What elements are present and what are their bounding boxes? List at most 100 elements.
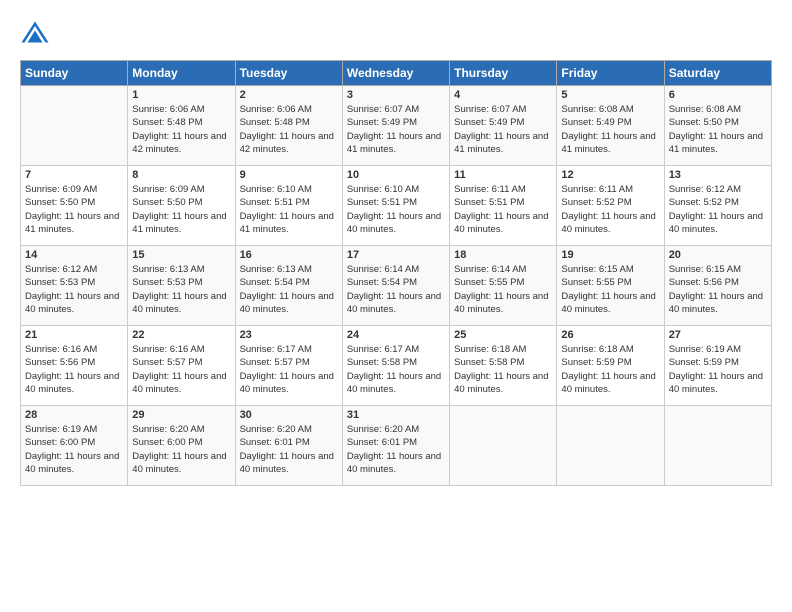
header bbox=[20, 20, 772, 50]
day-number: 15 bbox=[132, 249, 230, 261]
day-info: Sunrise: 6:06 AMSunset: 5:48 PMDaylight:… bbox=[132, 103, 230, 156]
day-cell: 10 Sunrise: 6:10 AMSunset: 5:51 PMDaylig… bbox=[342, 166, 449, 246]
week-row: 28 Sunrise: 6:19 AMSunset: 6:00 PMDaylig… bbox=[21, 406, 772, 486]
weekday-header: Monday bbox=[128, 61, 235, 86]
day-info: Sunrise: 6:20 AMSunset: 6:01 PMDaylight:… bbox=[240, 423, 338, 476]
day-cell: 17 Sunrise: 6:14 AMSunset: 5:54 PMDaylig… bbox=[342, 246, 449, 326]
day-cell: 1 Sunrise: 6:06 AMSunset: 5:48 PMDayligh… bbox=[128, 86, 235, 166]
day-number: 4 bbox=[454, 89, 552, 101]
day-number: 26 bbox=[561, 329, 659, 341]
day-info: Sunrise: 6:11 AMSunset: 5:51 PMDaylight:… bbox=[454, 183, 552, 236]
day-number: 3 bbox=[347, 89, 445, 101]
week-row: 7 Sunrise: 6:09 AMSunset: 5:50 PMDayligh… bbox=[21, 166, 772, 246]
day-info: Sunrise: 6:12 AMSunset: 5:52 PMDaylight:… bbox=[669, 183, 767, 236]
day-number: 28 bbox=[25, 409, 123, 421]
day-info: Sunrise: 6:13 AMSunset: 5:53 PMDaylight:… bbox=[132, 263, 230, 316]
day-number: 30 bbox=[240, 409, 338, 421]
day-info: Sunrise: 6:14 AMSunset: 5:55 PMDaylight:… bbox=[454, 263, 552, 316]
day-cell: 14 Sunrise: 6:12 AMSunset: 5:53 PMDaylig… bbox=[21, 246, 128, 326]
day-cell: 2 Sunrise: 6:06 AMSunset: 5:48 PMDayligh… bbox=[235, 86, 342, 166]
calendar-table: SundayMondayTuesdayWednesdayThursdayFrid… bbox=[20, 60, 772, 486]
day-info: Sunrise: 6:19 AMSunset: 5:59 PMDaylight:… bbox=[669, 343, 767, 396]
day-cell: 27 Sunrise: 6:19 AMSunset: 5:59 PMDaylig… bbox=[664, 326, 771, 406]
day-info: Sunrise: 6:16 AMSunset: 5:57 PMDaylight:… bbox=[132, 343, 230, 396]
day-number: 9 bbox=[240, 169, 338, 181]
day-info: Sunrise: 6:15 AMSunset: 5:55 PMDaylight:… bbox=[561, 263, 659, 316]
day-number: 23 bbox=[240, 329, 338, 341]
day-cell: 20 Sunrise: 6:15 AMSunset: 5:56 PMDaylig… bbox=[664, 246, 771, 326]
day-info: Sunrise: 6:10 AMSunset: 5:51 PMDaylight:… bbox=[347, 183, 445, 236]
day-info: Sunrise: 6:17 AMSunset: 5:58 PMDaylight:… bbox=[347, 343, 445, 396]
day-cell: 16 Sunrise: 6:13 AMSunset: 5:54 PMDaylig… bbox=[235, 246, 342, 326]
day-cell bbox=[664, 406, 771, 486]
day-cell: 8 Sunrise: 6:09 AMSunset: 5:50 PMDayligh… bbox=[128, 166, 235, 246]
day-number: 12 bbox=[561, 169, 659, 181]
day-info: Sunrise: 6:15 AMSunset: 5:56 PMDaylight:… bbox=[669, 263, 767, 316]
day-number: 14 bbox=[25, 249, 123, 261]
day-info: Sunrise: 6:10 AMSunset: 5:51 PMDaylight:… bbox=[240, 183, 338, 236]
day-number: 31 bbox=[347, 409, 445, 421]
day-cell: 31 Sunrise: 6:20 AMSunset: 6:01 PMDaylig… bbox=[342, 406, 449, 486]
day-info: Sunrise: 6:11 AMSunset: 5:52 PMDaylight:… bbox=[561, 183, 659, 236]
day-number: 1 bbox=[132, 89, 230, 101]
day-number: 6 bbox=[669, 89, 767, 101]
day-info: Sunrise: 6:18 AMSunset: 5:58 PMDaylight:… bbox=[454, 343, 552, 396]
day-number: 22 bbox=[132, 329, 230, 341]
day-number: 10 bbox=[347, 169, 445, 181]
day-number: 20 bbox=[669, 249, 767, 261]
day-info: Sunrise: 6:17 AMSunset: 5:57 PMDaylight:… bbox=[240, 343, 338, 396]
day-cell: 13 Sunrise: 6:12 AMSunset: 5:52 PMDaylig… bbox=[664, 166, 771, 246]
day-cell: 25 Sunrise: 6:18 AMSunset: 5:58 PMDaylig… bbox=[450, 326, 557, 406]
day-number: 11 bbox=[454, 169, 552, 181]
day-number: 17 bbox=[347, 249, 445, 261]
weekday-header: Wednesday bbox=[342, 61, 449, 86]
day-number: 21 bbox=[25, 329, 123, 341]
day-cell: 30 Sunrise: 6:20 AMSunset: 6:01 PMDaylig… bbox=[235, 406, 342, 486]
day-cell: 28 Sunrise: 6:19 AMSunset: 6:00 PMDaylig… bbox=[21, 406, 128, 486]
day-number: 7 bbox=[25, 169, 123, 181]
weekday-header: Thursday bbox=[450, 61, 557, 86]
day-cell: 18 Sunrise: 6:14 AMSunset: 5:55 PMDaylig… bbox=[450, 246, 557, 326]
week-row: 1 Sunrise: 6:06 AMSunset: 5:48 PMDayligh… bbox=[21, 86, 772, 166]
day-info: Sunrise: 6:13 AMSunset: 5:54 PMDaylight:… bbox=[240, 263, 338, 316]
logo-icon bbox=[20, 20, 50, 50]
day-number: 19 bbox=[561, 249, 659, 261]
day-info: Sunrise: 6:07 AMSunset: 5:49 PMDaylight:… bbox=[454, 103, 552, 156]
day-cell bbox=[557, 406, 664, 486]
day-info: Sunrise: 6:06 AMSunset: 5:48 PMDaylight:… bbox=[240, 103, 338, 156]
day-number: 2 bbox=[240, 89, 338, 101]
day-cell bbox=[450, 406, 557, 486]
day-cell: 19 Sunrise: 6:15 AMSunset: 5:55 PMDaylig… bbox=[557, 246, 664, 326]
day-number: 27 bbox=[669, 329, 767, 341]
day-cell: 21 Sunrise: 6:16 AMSunset: 5:56 PMDaylig… bbox=[21, 326, 128, 406]
day-cell: 6 Sunrise: 6:08 AMSunset: 5:50 PMDayligh… bbox=[664, 86, 771, 166]
day-cell: 5 Sunrise: 6:08 AMSunset: 5:49 PMDayligh… bbox=[557, 86, 664, 166]
day-cell: 29 Sunrise: 6:20 AMSunset: 6:00 PMDaylig… bbox=[128, 406, 235, 486]
day-cell: 22 Sunrise: 6:16 AMSunset: 5:57 PMDaylig… bbox=[128, 326, 235, 406]
day-info: Sunrise: 6:12 AMSunset: 5:53 PMDaylight:… bbox=[25, 263, 123, 316]
day-info: Sunrise: 6:18 AMSunset: 5:59 PMDaylight:… bbox=[561, 343, 659, 396]
week-row: 14 Sunrise: 6:12 AMSunset: 5:53 PMDaylig… bbox=[21, 246, 772, 326]
day-number: 29 bbox=[132, 409, 230, 421]
day-number: 8 bbox=[132, 169, 230, 181]
day-info: Sunrise: 6:16 AMSunset: 5:56 PMDaylight:… bbox=[25, 343, 123, 396]
weekday-header: Sunday bbox=[21, 61, 128, 86]
day-cell: 11 Sunrise: 6:11 AMSunset: 5:51 PMDaylig… bbox=[450, 166, 557, 246]
day-number: 24 bbox=[347, 329, 445, 341]
day-cell: 24 Sunrise: 6:17 AMSunset: 5:58 PMDaylig… bbox=[342, 326, 449, 406]
day-cell bbox=[21, 86, 128, 166]
day-cell: 23 Sunrise: 6:17 AMSunset: 5:57 PMDaylig… bbox=[235, 326, 342, 406]
day-info: Sunrise: 6:20 AMSunset: 6:01 PMDaylight:… bbox=[347, 423, 445, 476]
day-info: Sunrise: 6:20 AMSunset: 6:00 PMDaylight:… bbox=[132, 423, 230, 476]
day-number: 25 bbox=[454, 329, 552, 341]
day-cell: 12 Sunrise: 6:11 AMSunset: 5:52 PMDaylig… bbox=[557, 166, 664, 246]
day-info: Sunrise: 6:08 AMSunset: 5:49 PMDaylight:… bbox=[561, 103, 659, 156]
weekday-header: Friday bbox=[557, 61, 664, 86]
day-number: 16 bbox=[240, 249, 338, 261]
calendar-page: SundayMondayTuesdayWednesdayThursdayFrid… bbox=[0, 0, 792, 612]
day-number: 18 bbox=[454, 249, 552, 261]
week-row: 21 Sunrise: 6:16 AMSunset: 5:56 PMDaylig… bbox=[21, 326, 772, 406]
day-number: 5 bbox=[561, 89, 659, 101]
weekday-header: Saturday bbox=[664, 61, 771, 86]
day-info: Sunrise: 6:19 AMSunset: 6:00 PMDaylight:… bbox=[25, 423, 123, 476]
